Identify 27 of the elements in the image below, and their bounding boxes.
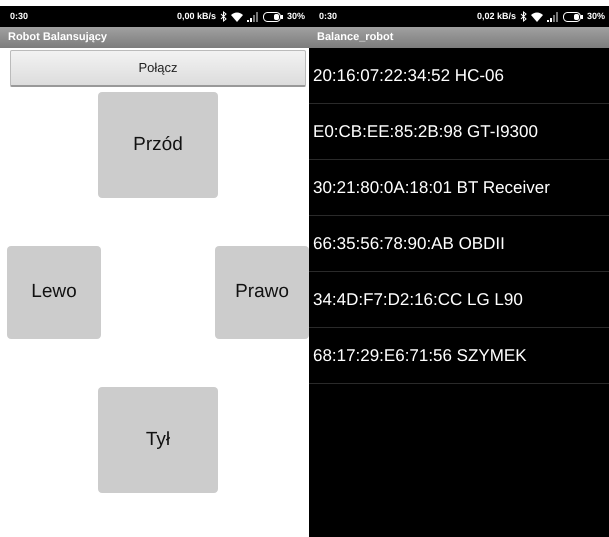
right-button[interactable]: Prawo (215, 246, 309, 339)
left-button[interactable]: Lewo (7, 246, 101, 339)
wifi-icon (530, 12, 543, 22)
device-list-item[interactable]: 34:4D:F7:D2:16:CC LG L90 (309, 272, 609, 328)
bluetooth-icon (220, 11, 227, 22)
battery-icon (262, 12, 283, 22)
device-list-item[interactable]: 68:17:29:E6:71:56 SZYMEK (309, 328, 609, 384)
clock-text: 0:30 (10, 10, 28, 23)
signal-icon (246, 12, 259, 22)
forward-button[interactable]: Przód (98, 92, 218, 198)
wifi-icon (230, 12, 243, 22)
battery-text: 30% (286, 10, 305, 23)
clock-text: 0:30 (319, 10, 338, 23)
back-button[interactable]: Tył (98, 387, 218, 493)
app-title: Balance_robot (309, 27, 609, 48)
battery-text: 30% (586, 10, 605, 23)
app-title: Robot Balansujący (0, 27, 309, 48)
device-list-item[interactable]: 30:21:80:0A:18:01 BT Receiver (309, 160, 609, 216)
network-speed-text: 0,00 kB/s (176, 10, 216, 23)
device-list-item[interactable]: 66:35:56:78:90:AB OBDII (309, 216, 609, 272)
signal-icon (546, 12, 559, 22)
network-speed-text: 0,02 kB/s (476, 10, 516, 23)
battery-icon (562, 12, 583, 22)
bluetooth-icon (520, 11, 527, 22)
device-list-item[interactable]: 20:16:07:22:34:52 HC-06 (309, 48, 609, 104)
device-list-item[interactable]: E0:CB:EE:85:2B:98 GT-I9300 (309, 104, 609, 160)
connect-button[interactable]: Połącz (10, 50, 306, 87)
